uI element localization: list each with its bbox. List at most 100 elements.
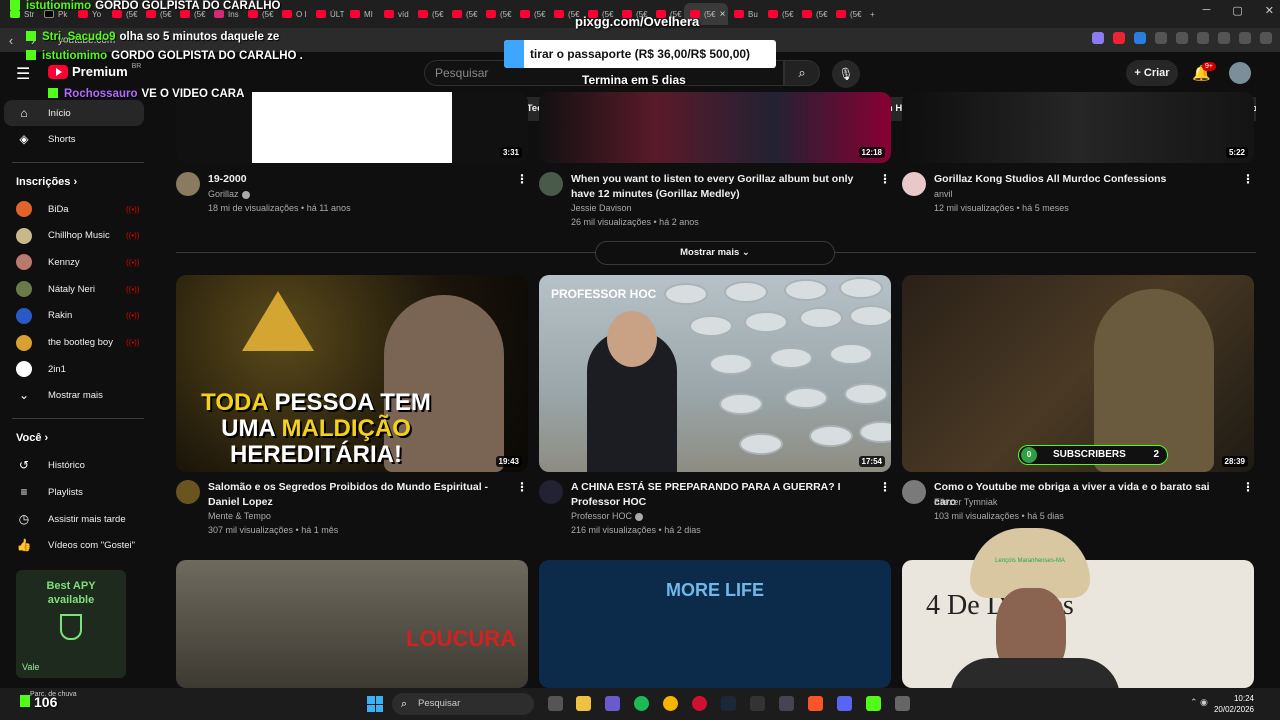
channel-name[interactable]: Jessie Davison — [571, 203, 632, 213]
browser-tab[interactable]: ÚLT — [310, 3, 344, 25]
extension-icon[interactable] — [1197, 32, 1209, 44]
obs-icon[interactable] — [750, 696, 765, 711]
menu-icon[interactable] — [1260, 32, 1272, 44]
back-icon[interactable]: ‹ — [0, 33, 22, 48]
sidebar-item-subscription[interactable]: 2in1 — [0, 356, 150, 382]
video-title[interactable]: A CHINA ESTÁ SE PREPARANDO PARA A GUERRA… — [571, 480, 861, 510]
sidebar-item-liked-videos[interactable]: 👍 Vídeos com "Gostei" — [0, 532, 150, 558]
extension-icon[interactable] — [1155, 32, 1167, 44]
channel-avatar[interactable] — [176, 172, 200, 196]
video-title[interactable]: Gorillaz Kong Studios All Murdoc Confess… — [934, 172, 1224, 187]
close-window-icon[interactable]: ✕ — [1265, 4, 1274, 17]
sidebar-item-subscription[interactable]: Rakin ((•)) — [0, 303, 150, 329]
browser-tab[interactable]: MI — [344, 3, 378, 25]
taskbar-search[interactable]: Pesquisar — [392, 693, 534, 715]
close-tab-icon[interactable]: × — [720, 9, 726, 20]
maximize-icon[interactable]: ▢ — [1232, 4, 1242, 17]
steam-icon[interactable] — [721, 696, 736, 711]
extension-icon[interactable] — [1092, 32, 1104, 44]
app-icon[interactable] — [605, 696, 620, 711]
opera-icon[interactable] — [692, 696, 707, 711]
more-options-icon[interactable]: ⋮ — [516, 172, 528, 186]
more-options-icon[interactable]: ⋮ — [879, 172, 891, 186]
video-thumbnail[interactable]: PROFESSOR HOC 17:54 — [539, 275, 891, 472]
channel-avatar[interactable] — [902, 480, 926, 504]
video-thumbnail[interactable]: MORE LIFE — [539, 560, 891, 688]
video-thumbnail[interactable]: LOUCURA — [176, 560, 528, 688]
sidebar-item-subscription[interactable]: BiDa ((•)) — [0, 196, 150, 222]
ad-cta[interactable]: Vale — [22, 662, 39, 672]
browser-tab[interactable]: (5€ — [480, 3, 514, 25]
windows-start-icon[interactable] — [367, 696, 383, 712]
spotify-icon[interactable] — [634, 696, 649, 711]
channel-name[interactable]: Eliezer Tymniak — [934, 497, 997, 507]
show-more-button[interactable]: Mostrar mais ⌄ — [595, 241, 835, 265]
more-options-icon[interactable]: ⋮ — [879, 480, 891, 494]
sidebar-item-subscription[interactable]: Chillhop Music ((•)) — [0, 223, 150, 249]
browser-tab[interactable]: O I — [276, 3, 310, 25]
channel-avatar[interactable] — [539, 172, 563, 196]
sidebar-item-subscription[interactable]: Kennzy ((•)) — [0, 249, 150, 275]
voice-search-button[interactable]: 🎙 — [832, 60, 860, 88]
app-icon[interactable] — [895, 696, 910, 711]
search-button[interactable]: ⌕ — [784, 60, 820, 86]
more-options-icon[interactable]: ⋮ — [1242, 480, 1254, 494]
video-thumbnail[interactable]: 3:31 — [176, 92, 528, 163]
extension-icon[interactable] — [1134, 32, 1146, 44]
minimize-icon[interactable]: ─ — [1203, 4, 1211, 17]
taskbar-clock[interactable]: 10:24 20/02/2026 — [1208, 693, 1254, 715]
channel-avatar[interactable] — [176, 480, 200, 504]
browser-tab[interactable]: (5€ — [796, 3, 830, 25]
sidebar-show-more[interactable]: ⌄ Mostrar mais — [0, 382, 150, 408]
browser-tab[interactable]: (5€ — [412, 3, 446, 25]
system-tray-icons[interactable]: ⌃ ◉ — [1190, 697, 1208, 708]
browser-tab[interactable]: (5€ — [830, 3, 864, 25]
account-avatar[interactable] — [1229, 62, 1251, 84]
browser-tab[interactable]: víd — [378, 3, 412, 25]
sidebar-item-watch-later[interactable]: ◷ Assistir mais tarde — [0, 506, 150, 532]
channel-name[interactable]: anvil — [934, 189, 953, 199]
youtube-premium-logo[interactable]: Premium BR — [48, 63, 141, 79]
chrome-icon[interactable] — [663, 696, 678, 711]
file-explorer-icon[interactable] — [576, 696, 591, 711]
channel-name[interactable]: Mente & Tempo — [208, 511, 271, 521]
video-title[interactable]: When you want to listen to every Gorilla… — [571, 172, 861, 202]
sidebar-icon[interactable] — [1239, 32, 1251, 44]
more-options-icon[interactable]: ⋮ — [516, 480, 528, 494]
more-options-icon[interactable]: ⋮ — [1242, 172, 1254, 186]
sidebar-item-home[interactable]: ⌂ Início — [4, 100, 144, 126]
sidebar-item-subscription[interactable]: Nátaly Neri ((•)) — [0, 276, 150, 302]
sidebar-item-subscription[interactable]: the bootleg boy ((•)) — [0, 330, 150, 356]
extension-icon[interactable] — [1176, 32, 1188, 44]
kick-icon[interactable] — [866, 696, 881, 711]
video-title[interactable]: 19-2000 — [208, 172, 498, 187]
new-tab-button[interactable]: + — [864, 3, 888, 25]
brave-icon[interactable] — [808, 696, 823, 711]
create-button[interactable]: + Criar — [1126, 60, 1178, 86]
hamburger-menu-icon[interactable]: ☰ — [16, 64, 30, 84]
browser-tab[interactable]: (5€ — [762, 3, 796, 25]
you-heading[interactable]: Você › — [16, 432, 48, 444]
extension-icon[interactable] — [1113, 32, 1125, 44]
sidebar-item-history[interactable]: ↺ Histórico — [0, 452, 150, 478]
app-icon[interactable] — [779, 696, 794, 711]
sidebar-item-shorts[interactable]: ◈ Shorts — [0, 126, 150, 152]
video-thumbnail[interactable]: 0 SUBSCRIBERS 2 28:39 — [902, 275, 1254, 472]
discord-icon[interactable] — [837, 696, 852, 711]
video-thumbnail[interactable]: 5:22 — [902, 92, 1254, 163]
video-thumbnail[interactable]: TODA PESSOA TEM UMA MALDIÇÃO HEREDITÁRIA… — [176, 275, 528, 472]
sidebar-ad[interactable]: Best APY available Vale — [16, 570, 126, 678]
browser-tab[interactable]: (5€ — [446, 3, 480, 25]
browser-tab[interactable]: (5€ — [514, 3, 548, 25]
sidebar-item-playlists[interactable]: ≡ Playlists — [0, 479, 150, 505]
channel-avatar[interactable] — [539, 480, 563, 504]
extension-icon[interactable] — [1218, 32, 1230, 44]
subscriptions-heading[interactable]: Inscrições › — [16, 176, 77, 188]
task-view-icon[interactable] — [548, 696, 563, 711]
channel-avatar[interactable] — [902, 172, 926, 196]
channel-name[interactable]: Professor HOC — [571, 511, 644, 521]
channel-name[interactable]: Gorillaz — [208, 189, 250, 199]
video-thumbnail[interactable]: 12:18 — [539, 92, 891, 163]
video-title[interactable]: Salomão e os Segredos Proibidos do Mundo… — [208, 480, 498, 510]
browser-tab[interactable]: Bu — [728, 3, 762, 25]
